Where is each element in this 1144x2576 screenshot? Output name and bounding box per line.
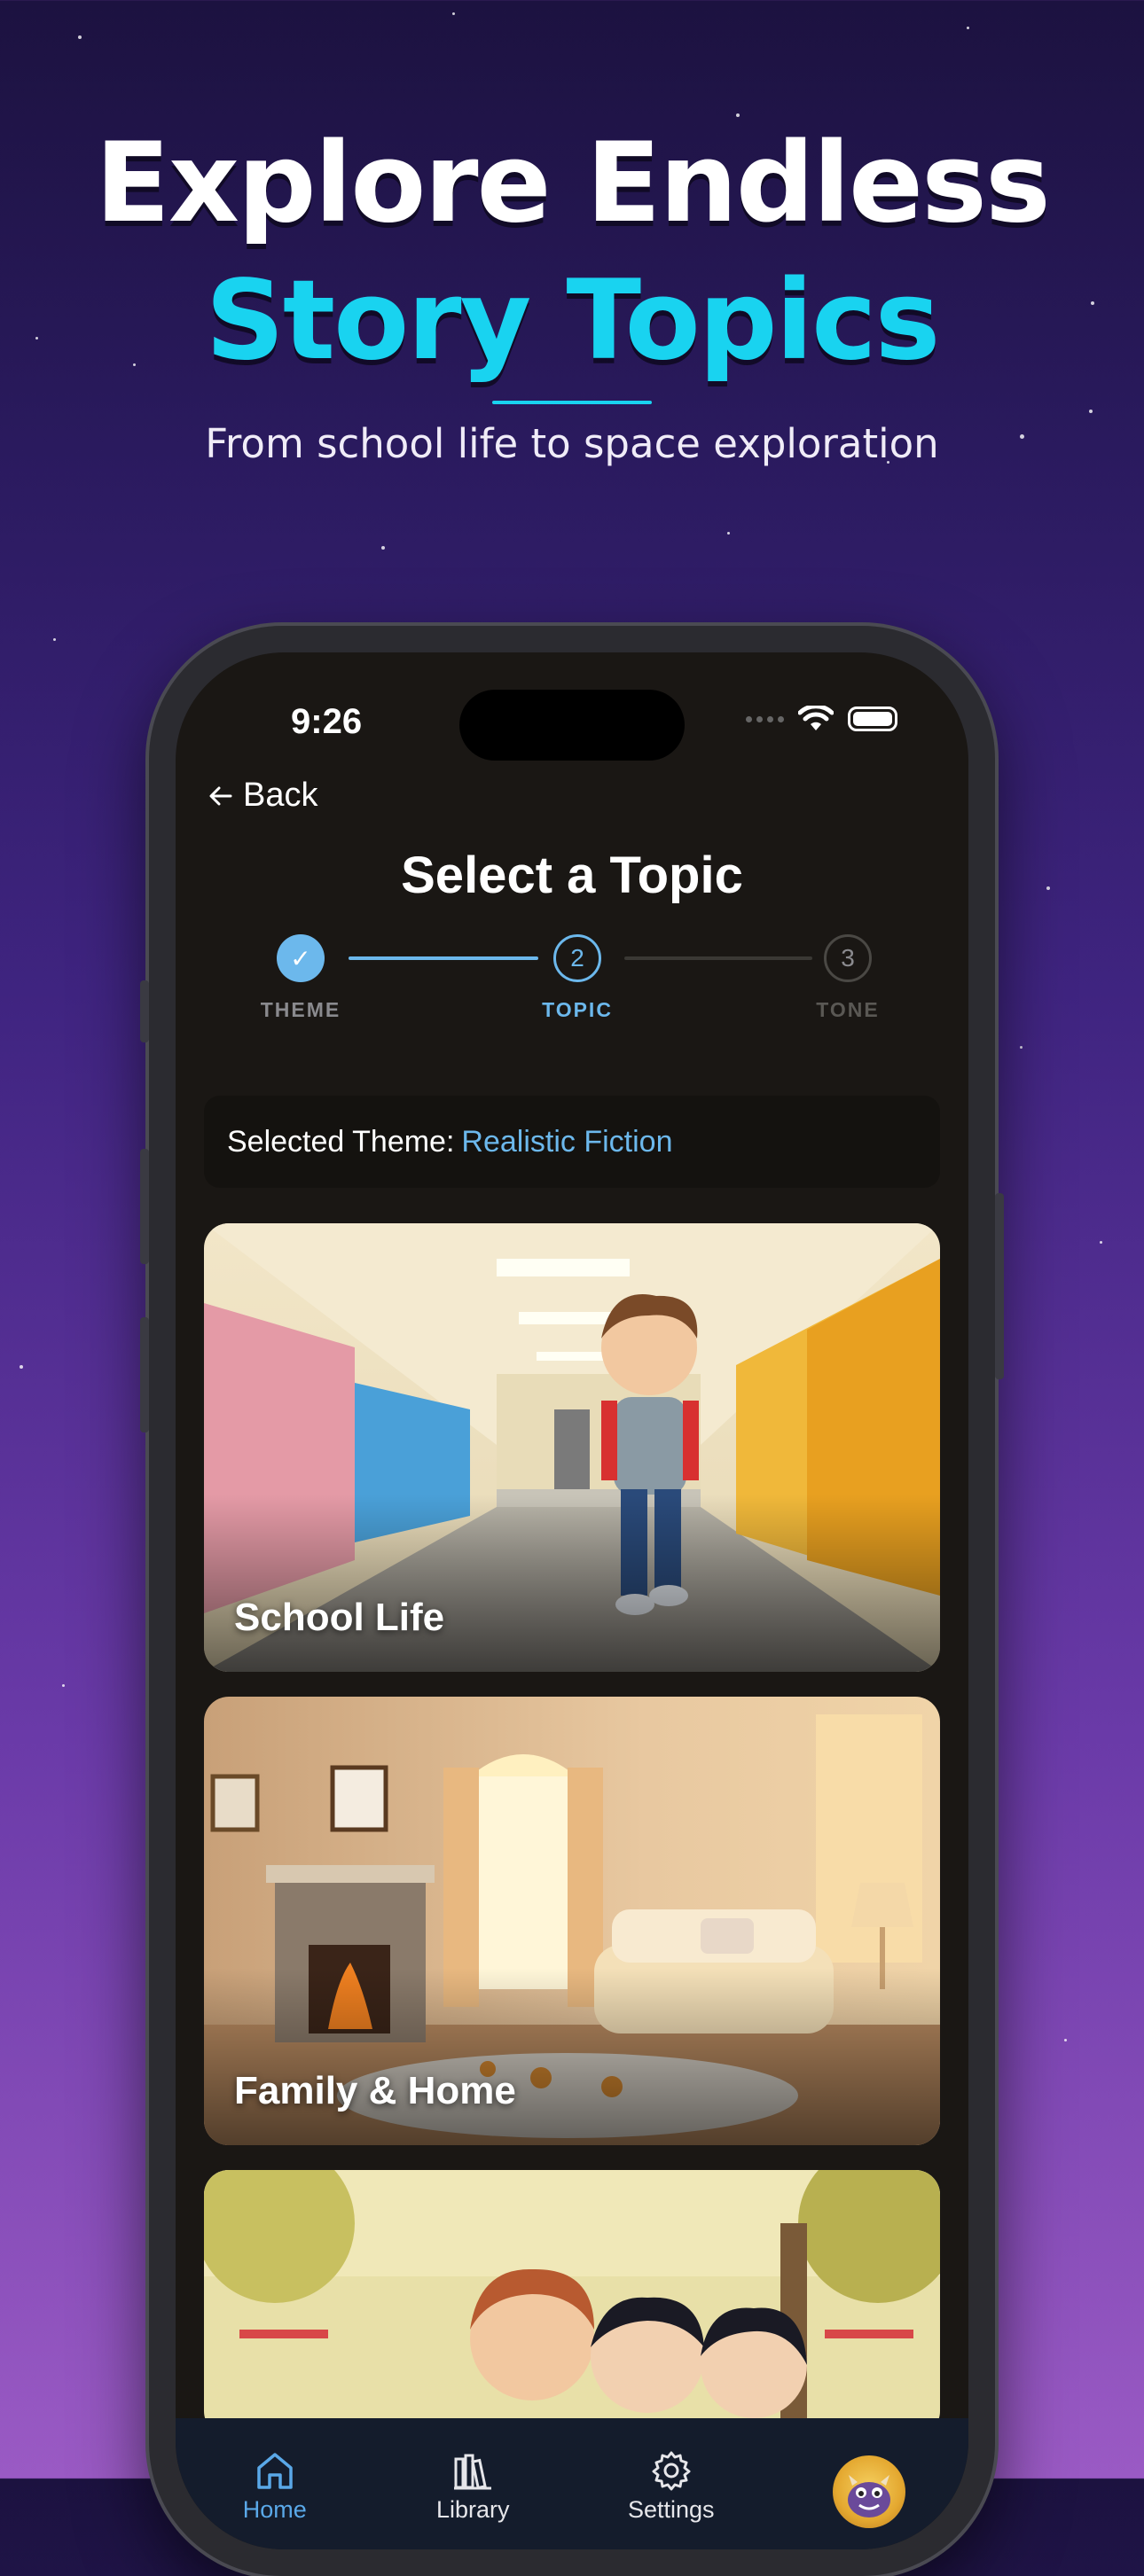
arrow-left-icon	[209, 786, 232, 805]
tab-settings[interactable]: Settings	[572, 2418, 771, 2549]
back-label: Back	[243, 777, 318, 814]
wifi-icon	[798, 706, 834, 730]
tab-library-label: Library	[435, 2496, 510, 2523]
stepper-line-upcoming	[624, 956, 812, 960]
app-screen: 9:26 Back Select a Topic ✓ THEME 2 TOPIC…	[176, 652, 968, 2549]
tab-home[interactable]: Home	[176, 2418, 374, 2549]
step-topic-number: 2	[570, 944, 584, 972]
tab-profile[interactable]	[771, 2418, 969, 2549]
tab-bar: Home Library Settings	[176, 2418, 968, 2549]
library-icon	[454, 2454, 492, 2490]
step-theme-label: THEME	[260, 998, 341, 1021]
tab-library[interactable]: Library	[374, 2418, 573, 2549]
playground-friends-image	[204, 2170, 940, 2436]
battery-icon	[848, 706, 897, 731]
step-tone-number: 3	[841, 944, 855, 972]
selected-theme-box: Selected Theme: Realistic Fiction	[204, 1096, 940, 1188]
selected-theme-label: Selected Theme:	[227, 1124, 455, 1159]
topic-card-label: School Life	[234, 1596, 445, 1639]
home-icon	[257, 2453, 293, 2489]
tab-settings-label: Settings	[627, 2496, 715, 2523]
phone-volume-up-button	[140, 1149, 149, 1264]
back-button[interactable]: Back	[208, 777, 317, 815]
gear-icon	[652, 2451, 691, 2491]
promo-headline-line2: Story Topics	[205, 257, 941, 385]
topic-card-school-life[interactable]: School Life	[204, 1223, 940, 1672]
progress-stepper: ✓ THEME 2 TOPIC 3 TONE	[176, 934, 968, 1032]
step-tone-circle: 3	[824, 934, 872, 982]
status-time: 9:26	[291, 702, 363, 741]
phone-power-button	[995, 1193, 1004, 1379]
stepper-line-completed	[349, 956, 538, 960]
headline-underline	[492, 401, 652, 404]
dynamic-island	[459, 690, 685, 761]
selected-theme-value: Realistic Fiction	[461, 1124, 673, 1159]
phone-frame: 9:26 Back Select a Topic ✓ THEME 2 TOPIC…	[140, 626, 1004, 2576]
topic-card-label: Family & Home	[234, 2069, 516, 2112]
step-theme-circle: ✓	[277, 934, 325, 982]
check-icon: ✓	[290, 944, 311, 972]
step-topic-label: TOPIC	[542, 998, 613, 1021]
avatar	[833, 2455, 906, 2528]
monster-avatar-image	[848, 2475, 891, 2517]
card-gradient-overlay	[204, 1968, 940, 2145]
phone-side-button	[140, 980, 149, 1042]
promo-subheadline: From school life to space exploration	[205, 420, 939, 467]
tab-home-label: Home	[242, 2496, 307, 2523]
phone-volume-down-button	[140, 1317, 149, 1432]
topic-card-family-home[interactable]: Family & Home	[204, 1697, 940, 2145]
page-title: Select a Topic	[401, 847, 743, 904]
promo-headline-line1: Explore Endless	[95, 120, 1051, 247]
signal-icon	[746, 715, 784, 722]
topic-card-friends[interactable]	[204, 2170, 940, 2436]
card-gradient-overlay	[204, 1495, 940, 1672]
status-icons	[746, 706, 897, 732]
step-topic-circle: 2	[553, 934, 601, 982]
step-tone-label: TONE	[816, 998, 880, 1021]
